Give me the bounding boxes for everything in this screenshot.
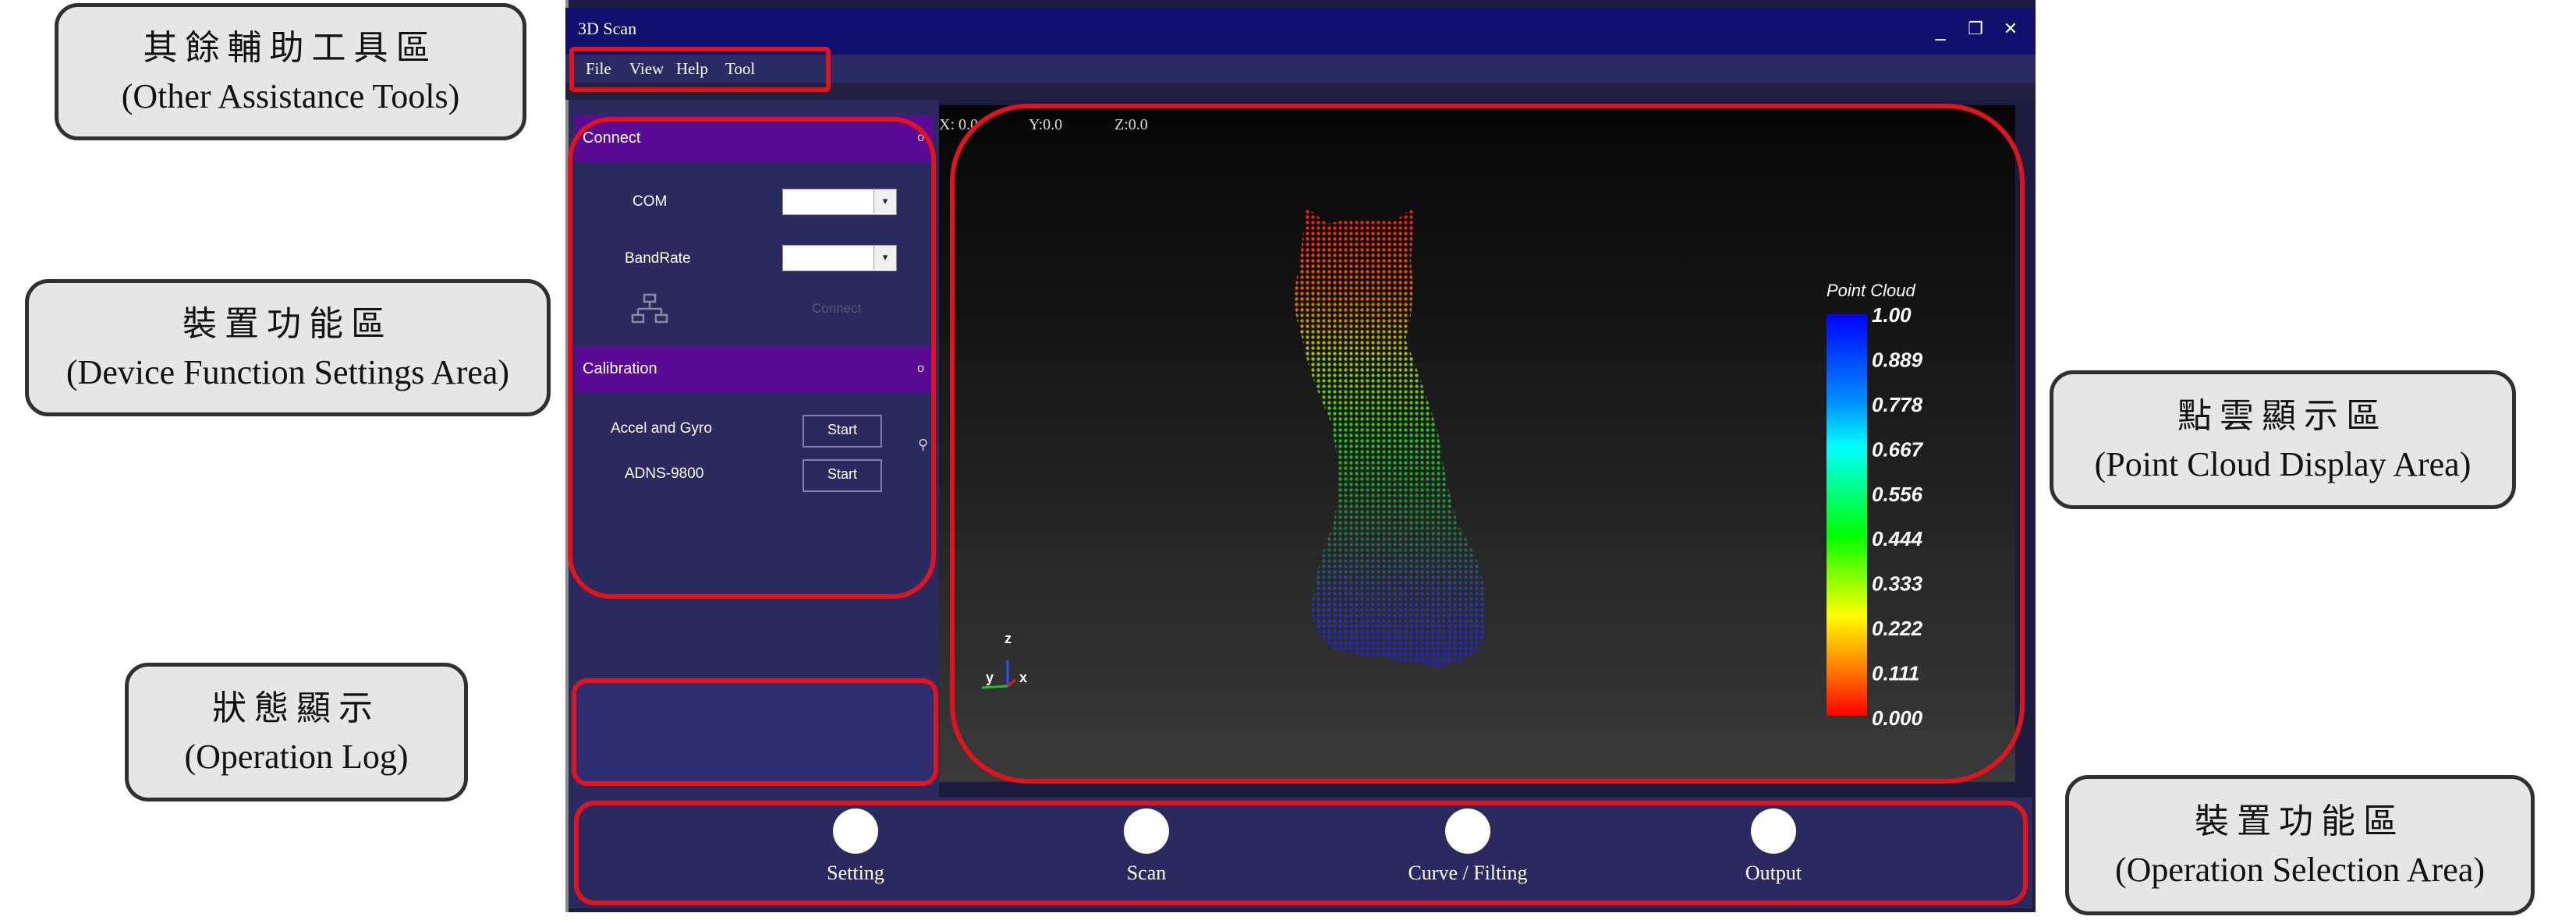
highlight-operation-selection (574, 801, 2028, 905)
callout-en: (Operation Log) (184, 738, 409, 776)
restore-button[interactable]: ❐ (1961, 16, 1990, 44)
callout-device-settings: 裝置功能區 (Device Function Settings Area) (25, 279, 551, 416)
highlight-operation-log (572, 678, 938, 786)
minimize-button[interactable]: _ (1926, 16, 1954, 44)
callout-point-cloud: 點雲顯示區 (Point Cloud Display Area) (2050, 370, 2516, 509)
callout-operation-selection: 裝置功能區 (Operation Selection Area) (2065, 775, 2535, 915)
highlight-tools (569, 47, 831, 92)
highlight-point-cloud (950, 104, 2025, 784)
callout-en: (Other Assistance Tools) (121, 77, 460, 115)
close-button[interactable]: ✕ (1997, 16, 2025, 44)
window-title: 3D Scan (578, 19, 637, 38)
callout-zh: 點雲顯示區 (2177, 397, 2388, 435)
callout-other-tools: 其餘輔助工具區 (Other Assistance Tools) (55, 3, 526, 140)
highlight-device-settings (568, 117, 936, 599)
callout-en: (Operation Selection Area) (2114, 851, 2486, 889)
callout-en: (Device Function Settings Area) (66, 353, 510, 391)
callout-zh: 裝置功能區 (2195, 802, 2405, 840)
callout-zh: 其餘輔助工具區 (143, 29, 438, 67)
callout-en: (Point Cloud Display Area) (2094, 445, 2471, 483)
callout-zh: 狀態顯示 (212, 689, 381, 727)
callout-operation-log: 狀態顯示 (Operation Log) (125, 663, 468, 801)
callout-zh: 裝置功能區 (182, 305, 393, 343)
